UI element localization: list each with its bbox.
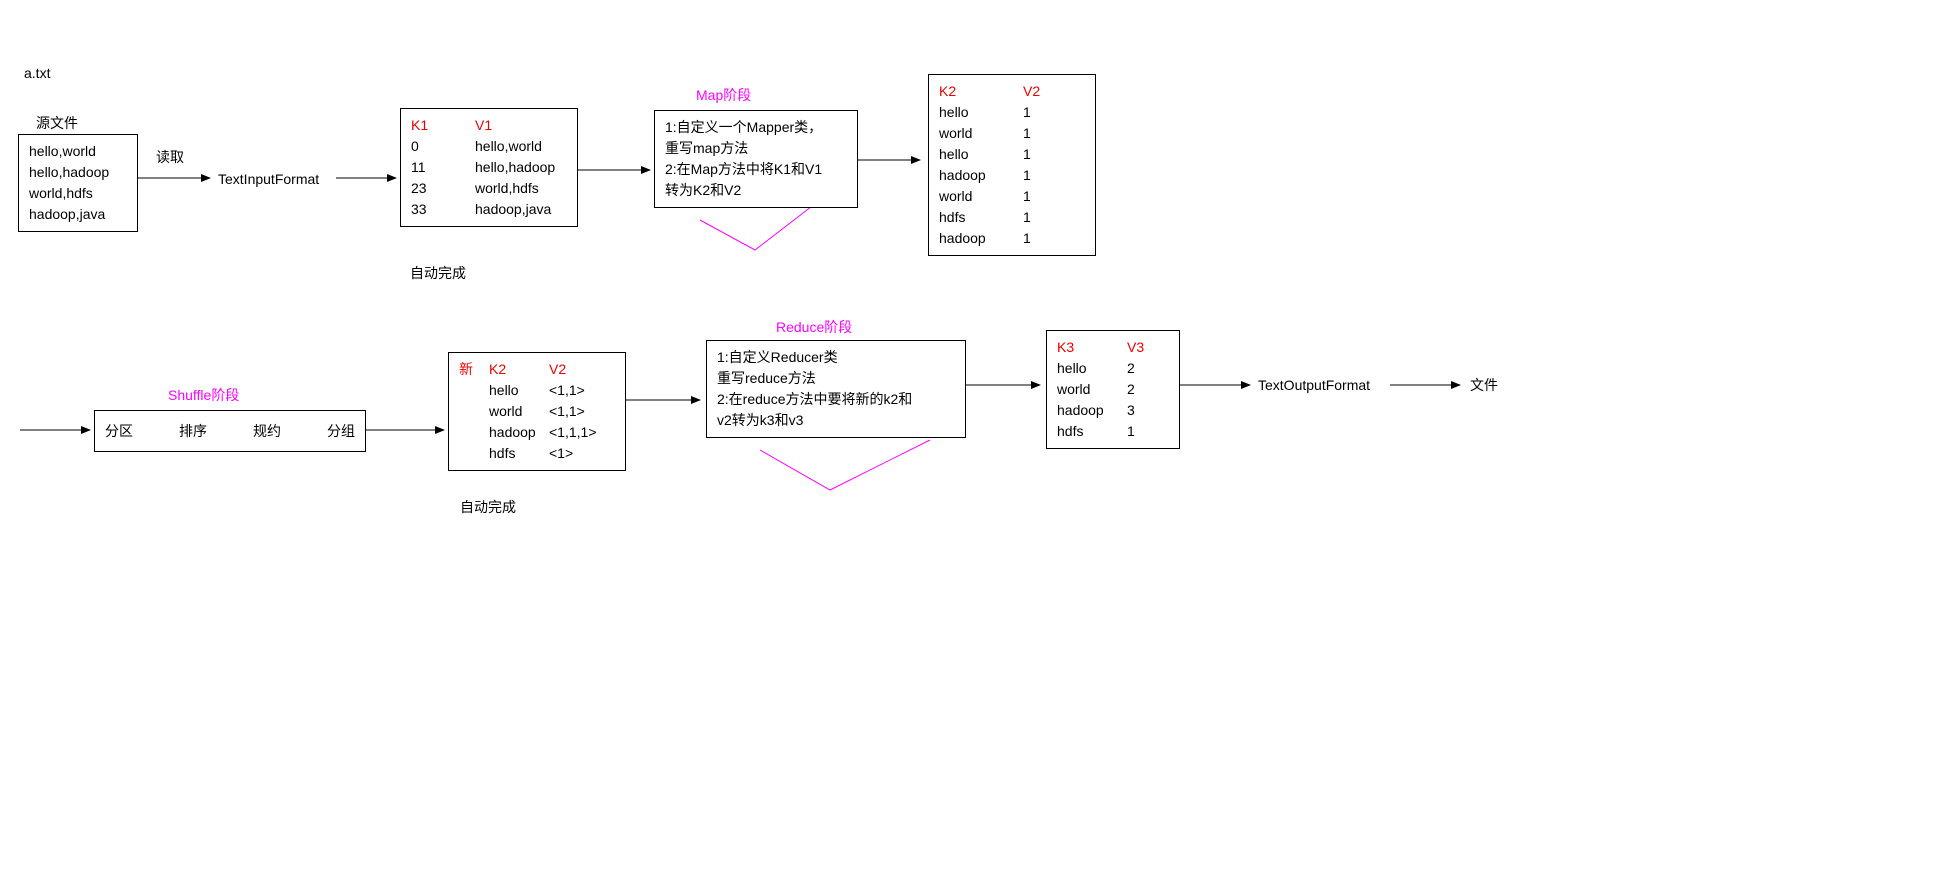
- k2-cell: hello: [939, 102, 1023, 123]
- nk2-cell: hadoop: [489, 422, 549, 443]
- v3-cell: 1: [1127, 421, 1135, 442]
- v2-cell: 1: [1023, 123, 1031, 144]
- map-box: 1:自定义一个Mapper类， 重写map方法 2:在Map方法中将K1和V1 …: [654, 110, 858, 208]
- shuffle-title: Shuffle阶段: [168, 386, 239, 406]
- k1-cell: 33: [411, 199, 475, 220]
- v2-header: V2: [1023, 81, 1040, 102]
- map-line: 重写map方法: [665, 138, 847, 159]
- k2-cell: hadoop: [939, 228, 1023, 249]
- k1v1-box: K1 V1 0hello,world 11hello,hadoop 23worl…: [400, 108, 578, 227]
- nv2-cell: <1,1,1>: [549, 422, 597, 443]
- map-stage-title: Map阶段: [696, 86, 751, 106]
- read-label: 读取: [156, 148, 184, 168]
- text-input-format: TextInputFormat: [218, 170, 319, 190]
- v2-cell: 1: [1023, 186, 1031, 207]
- auto-label-2: 自动完成: [460, 498, 516, 518]
- shuffle-step: 分区: [105, 421, 133, 442]
- v2-cell: 1: [1023, 228, 1031, 249]
- v2-cell: 1: [1023, 207, 1031, 228]
- v3-cell: 2: [1127, 379, 1135, 400]
- v1-cell: hello,world: [475, 136, 542, 157]
- auto-label-1: 自动完成: [410, 264, 466, 284]
- newk2v2-box: 新 K2 V2 hello<1,1> world<1,1> hadoop<1,1…: [448, 352, 626, 471]
- newk2-header: K2: [489, 359, 549, 380]
- k2-cell: hdfs: [939, 207, 1023, 228]
- k3-cell: world: [1057, 379, 1127, 400]
- k2-cell: hadoop: [939, 165, 1023, 186]
- k3v3-box: K3 V3 hello2 world2 hadoop3 hdfs1: [1046, 330, 1180, 449]
- k3-cell: hadoop: [1057, 400, 1127, 421]
- newv2-header: V2: [549, 359, 566, 380]
- k2-cell: hello: [939, 144, 1023, 165]
- v2-cell: 1: [1023, 102, 1031, 123]
- new-label: 新: [459, 359, 489, 380]
- nv2-cell: <1,1>: [549, 380, 585, 401]
- v1-header: V1: [475, 115, 492, 136]
- k3-cell: hdfs: [1057, 421, 1127, 442]
- k1-cell: 0: [411, 136, 475, 157]
- v1-cell: hadoop,java: [475, 199, 551, 220]
- k1-cell: 11: [411, 157, 475, 178]
- src-line: hello,hadoop: [29, 162, 127, 183]
- k2-header: K2: [939, 81, 1023, 102]
- reduce-line: 1:自定义Reducer类: [717, 347, 955, 368]
- k2-cell: world: [939, 123, 1023, 144]
- src-line: hello,world: [29, 141, 127, 162]
- reduce-line: 2:在reduce方法中要将新的k2和: [717, 389, 955, 410]
- k3-header: K3: [1057, 337, 1127, 358]
- source-box: hello,world hello,hadoop world,hdfs hado…: [18, 134, 138, 232]
- v3-header: V3: [1127, 337, 1144, 358]
- map-line: 2:在Map方法中将K1和V1: [665, 159, 847, 180]
- src-line: world,hdfs: [29, 183, 127, 204]
- text-output-format: TextOutputFormat: [1258, 376, 1370, 396]
- shuffle-box: 分区 排序 规约 分组: [94, 410, 366, 452]
- reduce-line: v2转为k3和v3: [717, 410, 955, 431]
- nk2-cell: world: [489, 401, 549, 422]
- map-line: 1:自定义一个Mapper类，: [665, 117, 847, 138]
- shuffle-step: 分组: [327, 421, 355, 442]
- shuffle-step: 规约: [253, 421, 281, 442]
- v1-cell: hello,hadoop: [475, 157, 555, 178]
- diagram-canvas: a.txt 源文件 hello,world hello,hadoop world…: [0, 0, 1941, 881]
- v2-cell: 1: [1023, 165, 1031, 186]
- reduce-stage-title: Reduce阶段: [776, 318, 852, 338]
- v3-cell: 3: [1127, 400, 1135, 421]
- nv2-cell: <1,1>: [549, 401, 585, 422]
- k3-cell: hello: [1057, 358, 1127, 379]
- nk2-cell: hello: [489, 380, 549, 401]
- nv2-cell: <1>: [549, 443, 573, 464]
- source-title: 源文件: [36, 114, 78, 134]
- src-line: hadoop,java: [29, 204, 127, 225]
- k1-cell: 23: [411, 178, 475, 199]
- k2-cell: world: [939, 186, 1023, 207]
- v1-cell: world,hdfs: [475, 178, 539, 199]
- k1-header: K1: [411, 115, 475, 136]
- v3-cell: 2: [1127, 358, 1135, 379]
- v2-cell: 1: [1023, 144, 1031, 165]
- map-line: 转为K2和V2: [665, 180, 847, 201]
- reduce-line: 重写reduce方法: [717, 368, 955, 389]
- k2v2-box: K2 V2 hello1 world1 hello1 hadoop1 world…: [928, 74, 1096, 256]
- reduce-box: 1:自定义Reducer类 重写reduce方法 2:在reduce方法中要将新…: [706, 340, 966, 438]
- nk2-cell: hdfs: [489, 443, 549, 464]
- shuffle-step: 排序: [179, 421, 207, 442]
- file-out-label: 文件: [1470, 376, 1498, 396]
- file-label: a.txt: [24, 64, 50, 84]
